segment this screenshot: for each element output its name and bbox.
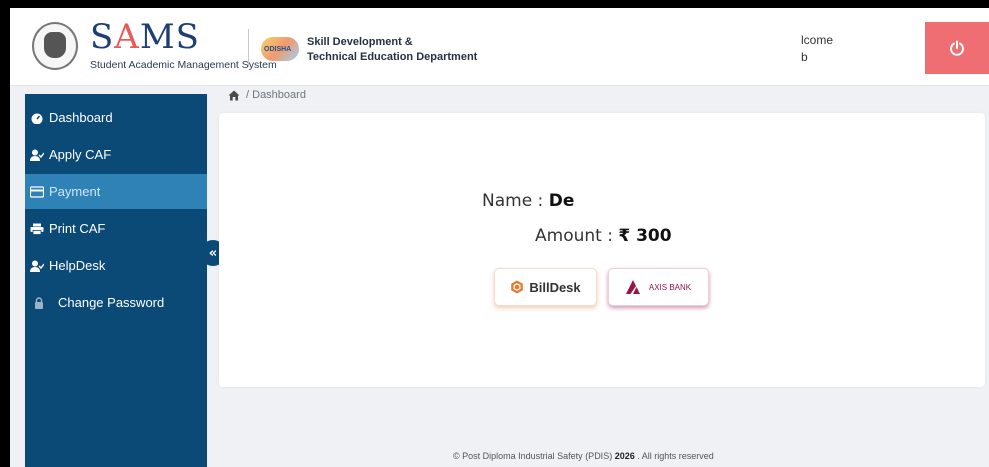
lock-icon xyxy=(31,296,47,310)
sidebar-item-label: Print CAF xyxy=(49,221,106,236)
candidate-name-row: Name : De xyxy=(482,191,574,211)
brand-letter-a: A xyxy=(114,17,140,57)
user-check-icon xyxy=(29,148,45,162)
department-name-line2: Technical Education Department xyxy=(307,51,478,63)
breadcrumb: / Dashboard xyxy=(228,89,306,101)
footer: © Post Diploma Industrial Safety (PDIS) … xyxy=(453,451,714,461)
brand-letters-ms: MS xyxy=(139,17,200,57)
dashboard-icon xyxy=(29,111,45,125)
payment-card: Name : De Amount : ₹ 300 BillDesk AXIS B… xyxy=(219,113,985,387)
home-icon[interactable] xyxy=(228,90,240,101)
billdesk-pay-button[interactable]: BillDesk xyxy=(494,268,597,306)
power-icon xyxy=(950,40,964,56)
footer-prefix: © Post Diploma Industrial Safety (PDIS) xyxy=(453,451,615,461)
name-label: Name : xyxy=(482,191,549,211)
sidebar: Dashboard Apply CAF Payment Print CAF He… xyxy=(25,94,207,467)
breadcrumb-separator: / xyxy=(246,89,250,101)
header: SAMS Student Academic Management System … xyxy=(10,8,989,86)
printer-icon xyxy=(29,222,45,236)
odisha-emblem-logo xyxy=(32,22,78,70)
axis-bank-label: AXIS BANK xyxy=(648,282,692,292)
axis-bank-icon xyxy=(625,280,640,294)
header-divider xyxy=(248,29,249,67)
brand-letter-s: S xyxy=(90,17,115,57)
credit-card-icon xyxy=(29,185,45,199)
footer-year: 2026 xyxy=(614,451,635,461)
sidebar-item-print-caf[interactable]: Print CAF xyxy=(25,211,207,246)
sidebar-item-change-password[interactable]: Change Password xyxy=(25,285,207,320)
sidebar-item-label: HelpDesk xyxy=(49,258,106,273)
breadcrumb-current: Dashboard xyxy=(252,89,306,101)
app-frame: SAMS Student Academic Management System … xyxy=(10,8,989,467)
sidebar-item-label: Change Password xyxy=(58,295,165,310)
sidebar-item-label: Payment xyxy=(49,184,101,199)
amount-label: Amount : xyxy=(535,226,619,246)
department-name-line1: Skill Development & xyxy=(307,36,413,48)
welcome-text: lcome xyxy=(801,33,834,47)
sidebar-item-payment[interactable]: Payment xyxy=(25,174,207,209)
welcome-username: b xyxy=(801,50,808,64)
billdesk-label: BillDesk xyxy=(529,279,581,295)
sidebar-item-label: Dashboard xyxy=(49,110,113,125)
brand-title: SAMS xyxy=(90,18,200,56)
sidebar-item-helpdesk[interactable]: HelpDesk xyxy=(25,248,207,283)
sidebar-item-dashboard[interactable]: Dashboard xyxy=(25,100,207,135)
amount-row: Amount : ₹ 300 xyxy=(535,226,672,246)
logout-button[interactable] xyxy=(925,22,989,74)
footer-suffix: . All rights reserved xyxy=(634,451,714,461)
sidebar-item-apply-caf[interactable]: Apply CAF xyxy=(25,137,207,172)
axis-bank-pay-button[interactable]: AXIS BANK xyxy=(608,268,709,306)
sidebar-item-label: Apply CAF xyxy=(49,147,112,162)
name-value: De xyxy=(548,191,575,211)
user-check-icon xyxy=(29,259,45,273)
amount-value: ₹ 300 xyxy=(618,226,672,246)
skilled-in-odisha-logo xyxy=(261,37,299,61)
billdesk-icon xyxy=(511,280,524,294)
